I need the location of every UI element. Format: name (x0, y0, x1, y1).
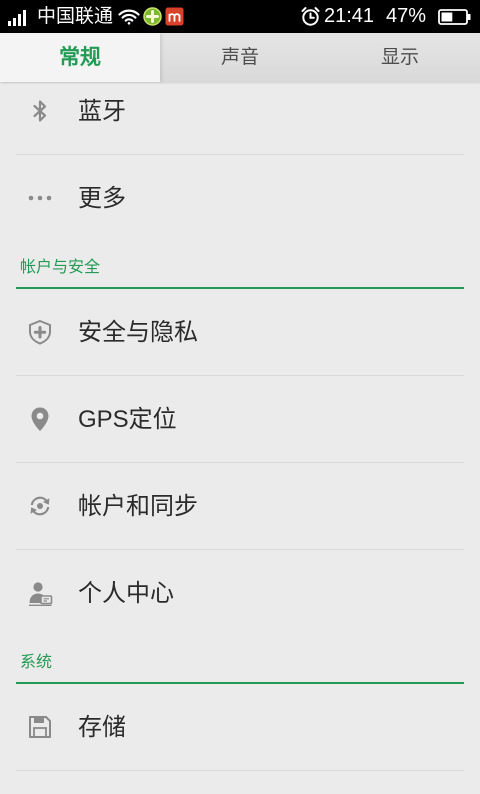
settings-list[interactable]: 蓝牙 更多 帐户与安全 安全与隐私 GPS定位 帐户和同步 个人中心 系统 存储 (0, 82, 480, 794)
carrier-name: 中国联通 (37, 6, 114, 27)
section-header-accounts-security: 帐户与安全 (16, 242, 464, 289)
more-dots-icon (26, 184, 54, 212)
list-item-gps-location[interactable]: GPS定位 (16, 376, 464, 463)
tab-sound[interactable]: 声音 (160, 33, 320, 82)
battery-percent: 47% (386, 5, 427, 27)
list-item-account-sync[interactable]: 帐户和同步 (16, 463, 464, 550)
list-item-label: 蓝牙 (78, 98, 126, 125)
battery-fill (441, 12, 453, 22)
battery-icon (438, 8, 472, 26)
list-item-more[interactable]: 更多 (16, 155, 464, 242)
list-item-label: 安全与隐私 (78, 319, 198, 346)
status-bar: 中国联通 21:41 47% (0, 0, 480, 33)
floppy-disk-icon (26, 713, 54, 741)
section-title: 帐户与安全 (20, 259, 101, 276)
red-m-app-icon (165, 7, 184, 26)
section-title: 系统 (20, 654, 53, 671)
list-item-label: 更多 (78, 185, 126, 212)
tab-general[interactable]: 常规 (0, 33, 160, 82)
list-item-storage[interactable]: 存储 (16, 684, 464, 771)
section-header-system: 系统 (16, 637, 464, 684)
clock-time: 21:41 (324, 5, 375, 27)
shield-plus-icon (26, 318, 54, 346)
location-pin-icon (26, 405, 54, 433)
list-item-label: 个人中心 (78, 580, 174, 607)
list-item-label: 帐户和同步 (78, 493, 198, 520)
list-item-security-privacy[interactable]: 安全与隐私 (16, 289, 464, 376)
list-item-personal-center[interactable]: 个人中心 (16, 550, 464, 637)
green-plus-app-icon (143, 7, 162, 26)
list-item-label: 存储 (78, 714, 126, 741)
list-item-label: GPS定位 (78, 406, 177, 433)
alarm-clock-icon (300, 6, 321, 27)
tab-display[interactable]: 显示 (320, 33, 480, 82)
wifi-icon (118, 7, 140, 25)
list-item-bluetooth[interactable]: 蓝牙 (16, 82, 464, 155)
person-card-icon (26, 579, 54, 607)
settings-tab-bar: 常规 声音 显示 (0, 33, 480, 82)
sync-icon (26, 492, 54, 520)
signal-bars-icon (7, 8, 29, 26)
bluetooth-icon (26, 97, 54, 125)
